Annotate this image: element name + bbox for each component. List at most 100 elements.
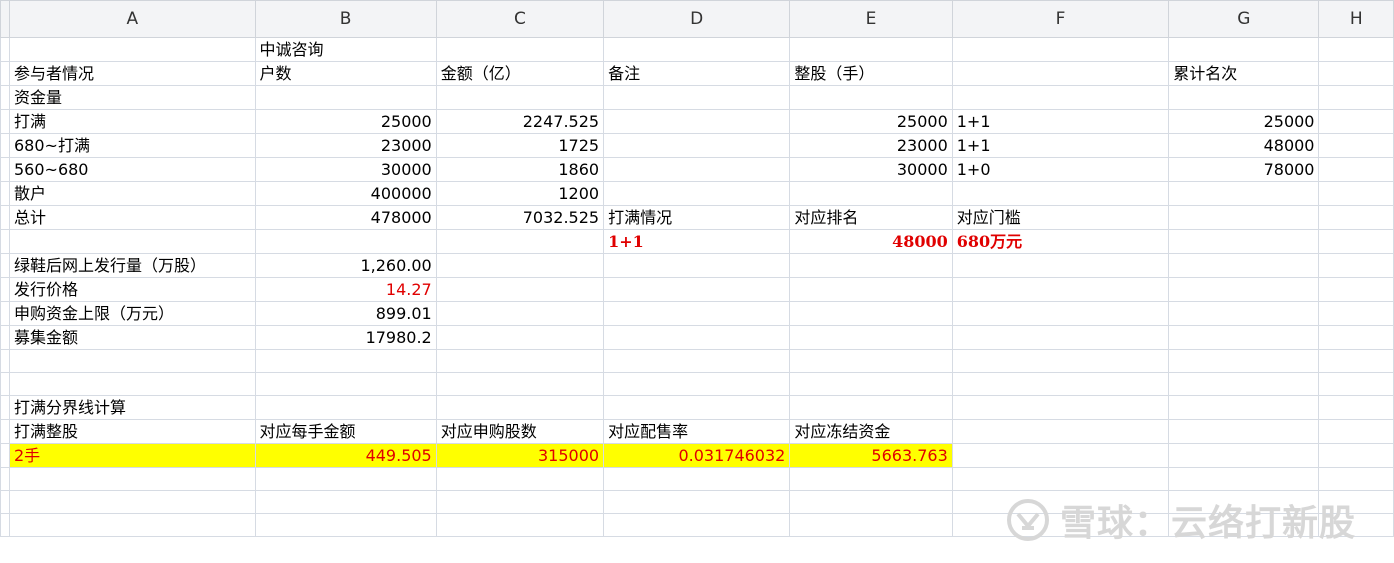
cell-a16[interactable]: 打满分界线计算 — [9, 395, 256, 420]
cell-f1[interactable] — [951, 37, 1170, 62]
cell-c1[interactable] — [435, 37, 605, 62]
cell-c17[interactable]: 对应申购股数 — [435, 419, 605, 444]
cell-b16[interactable] — [254, 395, 437, 420]
cell-h11[interactable] — [1318, 277, 1394, 302]
cell-e5[interactable]: 23000 — [789, 133, 953, 158]
cell-e9[interactable]: 48000 — [789, 229, 953, 254]
cell-f12[interactable] — [951, 301, 1170, 326]
cell-a11[interactable]: 发行价格 — [9, 277, 256, 302]
cell-g1[interactable] — [1168, 37, 1320, 62]
cell-h5[interactable] — [1318, 133, 1394, 158]
cell-g11[interactable] — [1168, 277, 1320, 302]
cell-f17[interactable] — [951, 419, 1170, 444]
cell-g15[interactable] — [1168, 372, 1320, 396]
cell-c10[interactable] — [435, 253, 605, 278]
cell-b17[interactable]: 对应每手金额 — [254, 419, 437, 444]
cell-f8[interactable]: 对应门槛 — [951, 205, 1170, 230]
cell-f7[interactable] — [951, 181, 1170, 206]
cell-g4[interactable]: 25000 — [1168, 109, 1320, 134]
cell-c16[interactable] — [435, 395, 605, 420]
cell-d12[interactable] — [603, 301, 791, 326]
cell-d21[interactable] — [603, 513, 791, 537]
cell-d6[interactable] — [603, 157, 791, 182]
cell-d1[interactable] — [603, 37, 791, 62]
cell-a17[interactable]: 打满整股 — [9, 419, 256, 444]
cell-b12[interactable]: 899.01 — [254, 301, 437, 326]
cell-a20[interactable] — [9, 490, 256, 514]
cell-a10[interactable]: 绿鞋后网上发行量（万股） — [9, 253, 256, 278]
cell-e16[interactable] — [789, 395, 953, 420]
cell-a15[interactable] — [9, 372, 256, 396]
cell-b19[interactable] — [254, 467, 437, 491]
cell-c20[interactable] — [435, 490, 605, 514]
cell-h4[interactable] — [1318, 109, 1394, 134]
cell-f2[interactable] — [951, 61, 1170, 86]
cell-g5[interactable]: 48000 — [1168, 133, 1320, 158]
cell-a6[interactable]: 560~680 — [9, 157, 256, 182]
cell-e4[interactable]: 25000 — [789, 109, 953, 134]
cell-e21[interactable] — [789, 513, 953, 537]
column-header-g[interactable]: G — [1168, 0, 1320, 38]
cell-a8[interactable]: 总计 — [9, 205, 256, 230]
cell-c8[interactable]: 7032.525 — [435, 205, 605, 230]
cell-g3[interactable] — [1168, 85, 1320, 110]
cell-f10[interactable] — [951, 253, 1170, 278]
cell-e2[interactable]: 整股（手） — [789, 61, 953, 86]
cell-d19[interactable] — [603, 467, 791, 491]
cell-g19[interactable] — [1168, 467, 1320, 491]
cell-a1[interactable] — [9, 37, 256, 62]
column-header-e[interactable]: E — [789, 0, 953, 38]
cell-b8[interactable]: 478000 — [254, 205, 437, 230]
cell-b9[interactable] — [254, 229, 437, 254]
cell-f6[interactable]: 1+0 — [951, 157, 1170, 182]
cell-a5[interactable]: 680~打满 — [9, 133, 256, 158]
cell-f18[interactable] — [951, 443, 1170, 468]
column-header-d[interactable]: D — [603, 0, 791, 38]
cell-h3[interactable] — [1318, 85, 1394, 110]
cell-b15[interactable] — [254, 372, 437, 396]
cell-d14[interactable] — [603, 349, 791, 373]
cell-c5[interactable]: 1725 — [435, 133, 605, 158]
column-header-b[interactable]: B — [254, 0, 437, 38]
cell-g7[interactable] — [1168, 181, 1320, 206]
cell-h8[interactable] — [1318, 205, 1394, 230]
select-all-corner[interactable] — [0, 0, 10, 38]
cell-c12[interactable] — [435, 301, 605, 326]
cell-g12[interactable] — [1168, 301, 1320, 326]
cell-g16[interactable] — [1168, 395, 1320, 420]
cell-g13[interactable] — [1168, 325, 1320, 350]
cell-c9[interactable] — [435, 229, 605, 254]
cell-h18[interactable] — [1318, 443, 1394, 468]
cell-a12[interactable]: 申购资金上限（万元） — [9, 301, 256, 326]
cell-c3[interactable] — [435, 85, 605, 110]
cell-f11[interactable] — [951, 277, 1170, 302]
cell-d17[interactable]: 对应配售率 — [603, 419, 791, 444]
cell-b13[interactable]: 17980.2 — [254, 325, 437, 350]
cell-b20[interactable] — [254, 490, 437, 514]
cell-d13[interactable] — [603, 325, 791, 350]
cell-c15[interactable] — [435, 372, 605, 396]
cell-e3[interactable] — [789, 85, 953, 110]
cell-d15[interactable] — [603, 372, 791, 396]
cell-f3[interactable] — [951, 85, 1170, 110]
cell-b6[interactable]: 30000 — [254, 157, 437, 182]
cell-g17[interactable] — [1168, 419, 1320, 444]
cell-e6[interactable]: 30000 — [789, 157, 953, 182]
cell-b4[interactable]: 25000 — [254, 109, 437, 134]
cell-c11[interactable] — [435, 277, 605, 302]
cell-e8[interactable]: 对应排名 — [789, 205, 953, 230]
cell-e19[interactable] — [789, 467, 953, 491]
cell-f15[interactable] — [951, 372, 1170, 396]
column-header-f[interactable]: F — [951, 0, 1170, 38]
cell-d3[interactable] — [603, 85, 791, 110]
cell-b10[interactable]: 1,260.00 — [254, 253, 437, 278]
cell-b1[interactable]: 中诚咨询 — [254, 37, 437, 62]
cell-c21[interactable] — [435, 513, 605, 537]
column-header-c[interactable]: C — [435, 0, 605, 38]
cell-c2[interactable]: 金额（亿） — [435, 61, 605, 86]
cell-e13[interactable] — [789, 325, 953, 350]
cell-a14[interactable] — [9, 349, 256, 373]
column-header-h[interactable]: H — [1318, 0, 1394, 38]
cell-a2[interactable]: 参与者情况 — [9, 61, 256, 86]
cell-d11[interactable] — [603, 277, 791, 302]
